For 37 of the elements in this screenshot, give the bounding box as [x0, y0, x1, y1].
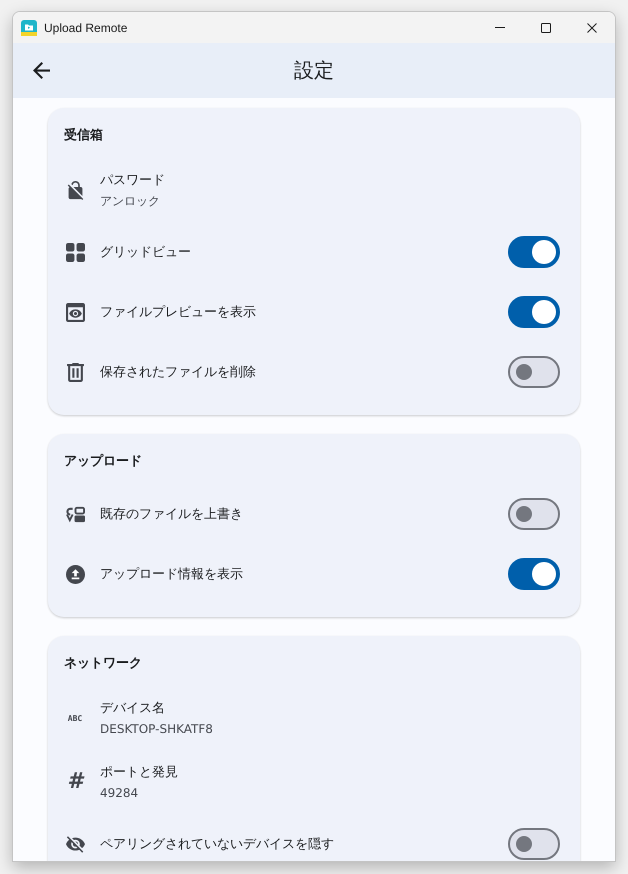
grid-icon	[66, 242, 84, 262]
toggle-switch[interactable]	[508, 828, 560, 860]
section-heading: 受信箱	[64, 126, 103, 145]
minimize-icon	[495, 27, 505, 28]
toggle-switch[interactable]	[508, 236, 560, 268]
maximize-icon	[541, 22, 551, 32]
setting-label: アップロード情報を表示	[100, 566, 243, 584]
toggle-switch[interactable]	[508, 356, 560, 388]
trash-icon	[66, 362, 84, 382]
setting-label: グリッドビュー	[100, 244, 191, 262]
setting-label: ペアリングされていないデバイスを隠す	[100, 836, 334, 854]
setting-value: DESKTOP-SHKATF8	[100, 720, 213, 738]
toggle-switch[interactable]	[508, 498, 560, 530]
window-title: Upload Remote	[44, 20, 128, 34]
setting-value: 49284	[100, 784, 138, 802]
close-icon	[587, 22, 597, 32]
setting-value: アンロック	[100, 192, 160, 210]
setting-label: ポートと発見	[100, 764, 178, 782]
back-arrow-icon	[32, 62, 50, 79]
setting-label: 保存されたファイルを削除	[100, 364, 256, 382]
upload-icon	[66, 564, 84, 584]
setting-label: ファイルプレビューを表示	[100, 304, 256, 322]
setting-label: デバイス名	[100, 700, 165, 718]
eye-off-icon	[66, 834, 84, 854]
page-title: 設定	[294, 57, 334, 84]
abc-icon: ABC	[68, 714, 82, 722]
hash-icon: #	[67, 770, 83, 794]
section-heading: アップロード	[64, 452, 142, 471]
toggle-switch[interactable]	[508, 296, 560, 328]
setting-label: パスワード	[100, 172, 165, 190]
section-heading: ネットワーク	[64, 655, 142, 673]
overwrite-icon	[66, 504, 84, 524]
preview-window-icon	[66, 302, 84, 322]
app-icon	[21, 20, 37, 36]
lock-off-icon	[66, 180, 84, 200]
toggle-switch[interactable]	[508, 558, 560, 590]
setting-label: 既存のファイルを上書き	[100, 506, 243, 524]
